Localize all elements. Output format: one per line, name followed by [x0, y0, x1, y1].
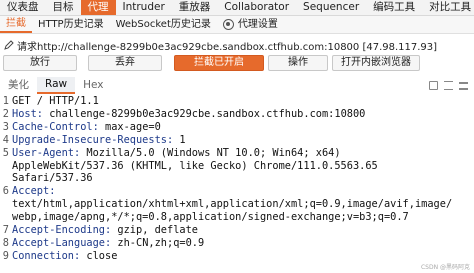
watermark: CSDN @黑码阿克 — [420, 264, 470, 271]
view-options — [429, 81, 474, 90]
proxy-subtabs: 拦截 HTTP历史记录 WebSocket历史记录 代理设置 — [0, 16, 474, 34]
editor-line: 2 Host: challenge-8299b0e3ac929cbe.sandbo… — [0, 108, 474, 121]
header-value: challenge-8299b0e3ac929cbe.sandbox.ctfhu… — [43, 107, 366, 120]
editor-line: Safari/537.36 — [0, 172, 474, 185]
drop-button[interactable]: 丢弃 — [88, 55, 162, 71]
header-key: Upgrade-Insecure-Requests: — [12, 133, 174, 146]
proxy-settings-label: 代理设置 — [237, 19, 278, 30]
request-info: 请求http://challenge-8299b0e3ac929cbe.sand… — [0, 36, 474, 54]
line-number: 3 — [2, 120, 9, 133]
line-number — [0, 211, 12, 224]
line-number: 6 — [2, 185, 9, 198]
editor-line: 4 Upgrade-Insecure-Requests: 1 — [0, 134, 474, 147]
tab-raw[interactable]: Raw — [37, 77, 76, 94]
header-key: Host: — [12, 107, 43, 120]
editor-line: 6 Accept: — [0, 185, 474, 198]
editor-line: 3 Cache-Control: max-age=0 — [0, 121, 474, 134]
line-number: 8 — [2, 236, 9, 249]
header-key: Accept: — [12, 185, 56, 198]
editor-line: webp,image/apng,*/*;q=0.8,application/si… — [0, 211, 474, 224]
header-value: zh-CN,zh;q=0.9 — [111, 236, 205, 249]
open-browser-button[interactable]: 打开内嵌浏览器 — [332, 55, 420, 71]
line-number: 5 — [2, 146, 9, 159]
editor-line: text/html,application/xhtml+xml,applicat… — [0, 198, 474, 211]
action-buttons: 放行 丢弃 拦截已开启 操作 打开内嵌浏览器 — [0, 55, 474, 71]
menu-sequencer[interactable]: Sequencer — [296, 0, 366, 15]
line-number — [0, 198, 12, 211]
newline-icon[interactable] — [444, 81, 453, 90]
proxy-settings-button[interactable]: 代理设置 — [217, 16, 284, 33]
tab-http-history[interactable]: HTTP历史记录 — [32, 16, 110, 33]
wrap-icon[interactable] — [429, 81, 438, 90]
menu-repeater[interactable]: 重放器 — [172, 0, 218, 15]
line-number — [0, 172, 12, 185]
header-value: gzip, deflate — [111, 224, 198, 237]
line-number: 2 — [2, 107, 9, 120]
header-value: AppleWebKit/537.36 (KHTML, like Gecko) C… — [12, 159, 378, 172]
menu-proxy[interactable]: 代理 — [80, 0, 116, 15]
header-key: Accept-Language: — [12, 236, 112, 249]
menu-icon[interactable] — [459, 81, 468, 90]
editor-line: 7 Accept-Encoding: gzip, deflate — [0, 224, 474, 237]
line-number: 1 — [2, 95, 9, 107]
top-menu-bar: 仪表盘 目标 代理 Intruder 重放器 Collaborator Sequ… — [0, 0, 474, 16]
tab-hex[interactable]: Hex — [75, 78, 111, 93]
raw-request-editor[interactable]: 1 GET / HTTP/1.1 2 Host: challenge-8299b0e… — [0, 95, 474, 273]
header-value: GET / HTTP/1.1 — [12, 95, 99, 107]
request-info-text: 请求http://challenge-8299b0e3ac929cbe.sand… — [17, 41, 438, 53]
action-button[interactable]: 操作 — [268, 55, 328, 71]
header-value: Safari/537.36 — [12, 172, 93, 185]
menu-collaborator[interactable]: Collaborator — [217, 0, 296, 15]
forward-button[interactable]: 放行 — [3, 55, 77, 71]
tab-pretty[interactable]: 美化 — [0, 78, 37, 93]
menu-intruder[interactable]: Intruder — [116, 0, 172, 15]
header-value: close — [80, 249, 118, 262]
menu-target[interactable]: 目标 — [46, 0, 81, 15]
header-value: webp,image/apng,*/*;q=0.8,application/si… — [12, 211, 409, 224]
intercept-toggle-button[interactable]: 拦截已开启 — [174, 55, 264, 71]
editor-line: 1 GET / HTTP/1.1 — [0, 95, 474, 108]
header-value: text/html,application/xhtml+xml,applicat… — [12, 198, 453, 211]
menu-comparer[interactable]: 对比工具 — [422, 0, 474, 15]
header-value: Mozilla/5.0 (Windows NT 10.0; Win64; x64… — [80, 146, 341, 159]
tab-websocket-history[interactable]: WebSocket历史记录 — [110, 16, 217, 33]
pencil-icon[interactable] — [4, 40, 14, 50]
header-value: max-age=0 — [98, 120, 161, 133]
line-number: 7 — [2, 224, 9, 237]
header-value: 1 — [173, 133, 186, 146]
menu-decoder[interactable]: 编码工具 — [366, 0, 422, 15]
line-number: 4 — [2, 133, 9, 146]
header-key: User-Agent: — [12, 146, 81, 159]
gear-icon — [222, 19, 234, 30]
tab-intercept[interactable]: 拦截 — [0, 16, 32, 33]
message-view-tabs: 美化 Raw Hex — [0, 77, 474, 94]
editor-line: 9 Connection: close — [0, 250, 474, 263]
header-key: Connection: — [12, 249, 81, 262]
line-number: 9 — [2, 249, 9, 262]
menu-dashboard[interactable]: 仪表盘 — [0, 0, 46, 15]
editor-line: 5 User-Agent: Mozilla/5.0 (Windows NT 10.… — [0, 147, 474, 160]
editor-line: AppleWebKit/537.36 (KHTML, like Gecko) C… — [0, 160, 474, 173]
header-key: Cache-Control: — [12, 120, 99, 133]
editor-line: 8 Accept-Language: zh-CN,zh;q=0.9 — [0, 237, 474, 250]
header-key: Accept-Encoding: — [12, 224, 112, 237]
line-number — [0, 160, 12, 173]
